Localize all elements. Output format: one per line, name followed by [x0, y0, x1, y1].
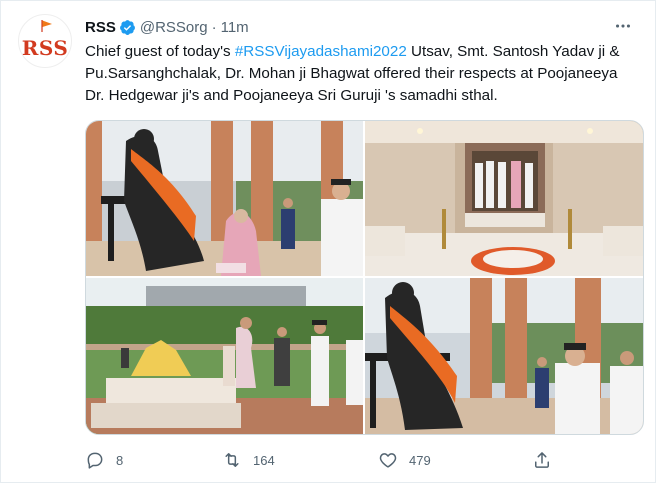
- separator-dot: ·: [211, 18, 217, 36]
- tweet-text: Chief guest of today's #RSSVijayadashami…: [85, 41, 637, 107]
- like-button[interactable]: 479: [378, 447, 431, 473]
- tweet-actions: 8 164 479: [85, 447, 555, 473]
- photo-grid: [85, 120, 644, 435]
- tweet-text-part1: Chief guest of today's: [85, 43, 235, 60]
- avatar-logo-text: RSS: [21, 36, 69, 60]
- photo-2-image: [365, 121, 643, 276]
- share-button[interactable]: [532, 447, 552, 473]
- timestamp[interactable]: 11m: [221, 19, 249, 36]
- reply-icon: [87, 452, 103, 469]
- photo-4-image: [365, 278, 643, 434]
- flag-icon: [41, 20, 52, 32]
- photo-3-image: [86, 278, 363, 434]
- reply-count: 8: [116, 452, 124, 468]
- reply-button[interactable]: 8: [85, 447, 123, 473]
- more-options-button[interactable]: [612, 15, 634, 37]
- tweet-photo-3[interactable]: [86, 278, 363, 434]
- author-name[interactable]: RSS: [85, 19, 116, 36]
- share-icon: [535, 452, 549, 468]
- tweet-photo-1[interactable]: [86, 121, 363, 276]
- hashtag-link[interactable]: #RSSVijayadashami2022: [235, 43, 407, 60]
- like-count: 479: [409, 452, 431, 468]
- more-horizontal-icon: [616, 24, 630, 28]
- verified-badge-icon: [119, 19, 135, 35]
- tweet-card[interactable]: RSS RSS @RSSorg · 11m Chief guest of tod…: [0, 0, 656, 483]
- tweet-photo-2[interactable]: [365, 121, 643, 276]
- tweet-photo-4[interactable]: [365, 278, 643, 434]
- retweet-count: 164: [253, 452, 275, 468]
- author-handle[interactable]: @RSSorg: [140, 19, 208, 36]
- photo-1-image: [86, 121, 363, 276]
- tweet-header: RSS @RSSorg · 11m: [85, 17, 249, 37]
- avatar[interactable]: RSS: [18, 14, 72, 68]
- retweet-button[interactable]: 164: [222, 447, 275, 473]
- retweet-icon: [225, 453, 239, 467]
- heart-icon: [379, 453, 397, 468]
